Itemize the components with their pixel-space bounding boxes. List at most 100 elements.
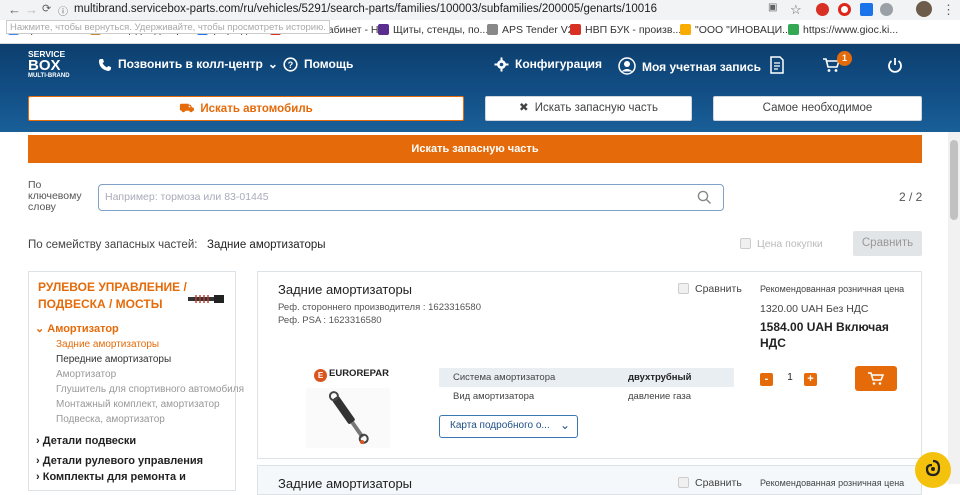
address-bar[interactable]: multibrand.servicebox-parts.com/ru/vehic… — [74, 3, 657, 15]
extension-icon[interactable] — [860, 3, 873, 16]
product-compare[interactable]: Сравнить — [678, 477, 742, 489]
price-label: Рекомендованная розничная цена — [760, 284, 905, 294]
product-ref-psa: Реф. PSA : 1623316580 — [278, 315, 382, 326]
reload-icon[interactable]: ⟳ — [42, 2, 51, 15]
bookmark-7[interactable]: "ООО "ИНОВАЦИ... — [680, 24, 791, 36]
product-title[interactable]: Задние амортизаторы — [278, 282, 412, 297]
sidebar-subitem[interactable]: Передние амортизаторы — [56, 354, 171, 365]
scrollbar-thumb[interactable] — [950, 140, 958, 220]
sidebar-subitem[interactable]: Глушитель для спортивного автомобиля — [56, 384, 244, 395]
profile-avatar[interactable] — [916, 1, 932, 17]
sidebar-title: РУЛЕВОЕ УПРАВЛЕНИЕ / ПОДВЕСКА / МОСТЫ — [38, 280, 187, 311]
browser-menu-icon[interactable]: ⋮ — [942, 2, 955, 18]
attribute-row: Вид амортизатора давление газа — [453, 391, 692, 402]
bookmark-star-icon[interactable]: ☆ — [790, 2, 802, 18]
search-part-button[interactable]: ✖ Искать запасную часть — [485, 96, 692, 121]
attribute-row: Система амортизатора двухтрубный — [439, 368, 734, 387]
adblock-icon[interactable] — [816, 3, 829, 16]
quantity-value[interactable]: 1 — [780, 372, 800, 383]
product-card: Задние амортизаторы Сравнить Рекомендова… — [257, 465, 922, 495]
cart-icon — [868, 372, 885, 385]
chevron-down-icon: ⌄ — [35, 323, 45, 335]
bookmark-icon — [788, 24, 799, 35]
tools-icon: ✖ — [519, 102, 529, 114]
document-icon[interactable] — [769, 56, 785, 74]
user-icon — [618, 57, 636, 75]
bookmark-6[interactable]: НВП БУК - произв... — [570, 24, 681, 36]
forward-icon[interactable]: → — [25, 2, 38, 17]
search-icon[interactable] — [697, 190, 712, 205]
sidebar-subitem[interactable]: Амортизатор — [56, 369, 116, 380]
product-card: Задние амортизаторы Реф. стороннего прои… — [257, 271, 922, 459]
sidebar-subitem[interactable]: Монтажный комплект, амортизатор — [56, 399, 220, 410]
quantity-plus-button[interactable]: + — [804, 373, 817, 386]
brand-logo: E EUROREPAR — [314, 368, 389, 382]
product-image[interactable] — [306, 388, 390, 448]
details-button[interactable]: Карта подробного о... ⌄ — [439, 415, 578, 438]
keyword-label: По ключевому слову — [28, 179, 82, 213]
bookmark-5[interactable]: APS Tender V2 — [487, 24, 574, 36]
configuration-link[interactable]: Конфигурация — [494, 57, 602, 72]
car-icon: ⛟ — [179, 101, 195, 115]
quantity-minus-button[interactable]: - — [760, 373, 773, 386]
search-input[interactable] — [105, 185, 685, 209]
logo[interactable]: SERVICE BOX MULTI-BRAND — [28, 50, 70, 80]
product-compare[interactable]: Сравнить — [678, 283, 742, 295]
chat-widget[interactable] — [915, 452, 951, 488]
price-excl-vat: 1320.00 UAH Без НДС — [760, 303, 869, 315]
price-incl-vat: 1584.00 UAH Включая НДС — [760, 320, 889, 350]
phone-icon — [99, 59, 111, 71]
bookmark-icon — [487, 24, 498, 35]
compare-button[interactable]: Сравнить — [853, 231, 922, 256]
opera-icon[interactable] — [838, 3, 851, 16]
back-icon[interactable]: ← — [8, 2, 21, 17]
gear-icon — [494, 57, 509, 72]
eurorepar-icon: E — [314, 369, 327, 382]
chevron-down-icon: ⌄ — [267, 57, 278, 71]
purchase-price-toggle[interactable]: Цена покупки — [740, 238, 823, 250]
chat-icon — [925, 459, 941, 477]
bookmark-8[interactable]: https://www.gioc.ki... — [788, 24, 898, 36]
chevron-right-icon: › — [36, 455, 40, 467]
compare-checkbox[interactable] — [678, 477, 689, 488]
account-link[interactable]: Моя учетная запись — [618, 57, 761, 75]
shock-absorber-icon — [188, 295, 224, 303]
help-link[interactable]: ? Помощь — [283, 57, 353, 72]
add-to-cart-button[interactable] — [855, 366, 897, 391]
page-counter: 2 / 2 — [899, 190, 923, 204]
sidebar-category[interactable]: › Комплекты для ремонта и — [36, 471, 186, 483]
help-icon: ? — [283, 57, 298, 72]
chevron-right-icon: › — [36, 435, 40, 447]
sidebar-subitem-active[interactable]: Задние амортизаторы — [56, 339, 159, 350]
family-label: По семейству запасных частей: — [28, 239, 198, 251]
bookmark-icon — [570, 24, 581, 35]
chevron-down-icon: ⌄ — [560, 418, 571, 432]
power-icon[interactable] — [887, 57, 903, 73]
essentials-button[interactable]: Самое необходимое — [713, 96, 922, 121]
family-value: Задние амортизаторы — [207, 239, 326, 251]
compare-checkbox[interactable] — [678, 283, 689, 294]
price-label: Рекомендованная розничная цена — [760, 478, 905, 488]
sidebar-subitem[interactable]: Подвеска, амортизатор — [56, 414, 165, 425]
sidebar-category[interactable]: › Детали рулевого управления — [36, 455, 203, 467]
browser-toolbar: ← → ⟳ multibrand.servicebox-parts.com/ru… — [0, 0, 960, 20]
svg-text:?: ? — [288, 60, 294, 70]
extension2-icon[interactable] — [880, 3, 893, 16]
sidebar-open-category[interactable]: ⌄ Амортизатор — [35, 322, 119, 335]
back-tooltip: Нажмите, чтобы вернуться. Удерживайте, ч… — [6, 20, 330, 34]
purchase-price-checkbox[interactable] — [740, 238, 751, 249]
search-vehicle-button[interactable]: ⛟ Искать автомобиль — [28, 96, 464, 121]
chevron-right-icon: › — [36, 471, 40, 483]
search-part-banner: Искать запасную часть — [28, 135, 922, 163]
keyword-search — [98, 184, 724, 211]
call-center-menu[interactable]: Позвонить в колл-центр ⌄ — [98, 57, 278, 72]
bookmark-icon — [680, 24, 691, 35]
cart-count-badge: 1 — [837, 51, 852, 66]
info-icon[interactable]: ⓘ — [58, 3, 68, 18]
bookmark-4[interactable]: Щиты, стенды, по... — [378, 24, 488, 36]
sidebar-category[interactable]: › Детали подвески — [36, 435, 136, 447]
translate-icon[interactable]: ▣ — [768, 2, 777, 13]
site-header: SERVICE BOX MULTI-BRAND Позвонить в колл… — [0, 44, 960, 132]
product-ref-other: Реф. стороннего производителя : 16233165… — [278, 302, 481, 313]
bookmark-icon — [378, 24, 389, 35]
